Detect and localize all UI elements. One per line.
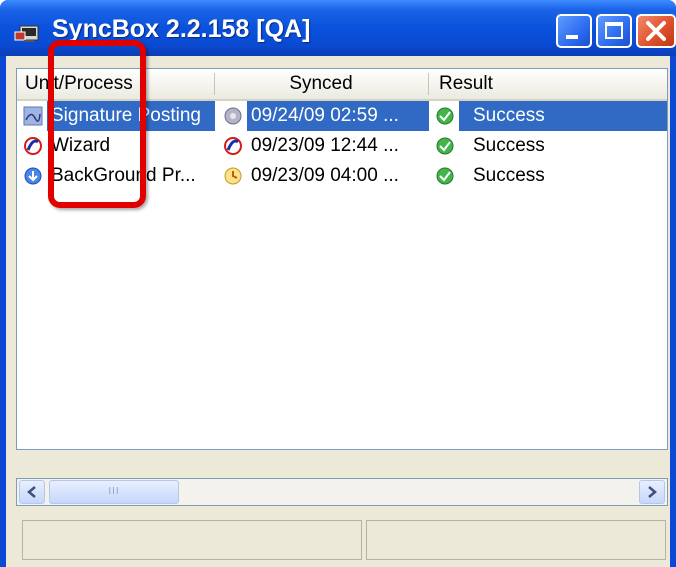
column-divider[interactable]: [428, 73, 429, 95]
chevron-right-icon: [648, 486, 657, 498]
scroll-right-button[interactable]: [639, 480, 665, 504]
success-icon: [436, 167, 454, 185]
chevron-left-icon: [27, 486, 36, 498]
app-window: SyncBox 2.2.158 [QA] Unit/Process Synced…: [0, 0, 676, 567]
column-divider[interactable]: [214, 73, 215, 95]
success-icon: [436, 137, 454, 155]
row-result: Success: [473, 135, 545, 156]
status-panel: [22, 520, 362, 560]
close-button[interactable]: [636, 14, 676, 48]
syncbox-app-icon: [14, 25, 39, 42]
synced-status-icon: [224, 107, 242, 125]
maximize-button[interactable]: [596, 14, 632, 48]
scroll-left-button[interactable]: [19, 480, 45, 504]
row-result: Success: [473, 165, 545, 186]
column-header-result[interactable]: Result: [439, 69, 639, 99]
row-synced: 09/23/09 12:44 ...: [251, 135, 399, 156]
wizard-icon: [24, 137, 42, 155]
horizontal-scrollbar[interactable]: III: [16, 478, 668, 506]
schedule-icon: [224, 167, 242, 185]
status-panel: [366, 520, 666, 560]
highlight-box: [48, 40, 146, 208]
column-header-synced[interactable]: Synced: [217, 69, 425, 99]
download-icon: [24, 167, 42, 185]
row-result: Success: [473, 105, 545, 126]
maximize-icon: [605, 22, 623, 39]
success-icon: [436, 107, 454, 125]
status-bar: [22, 520, 674, 560]
row-synced: 09/23/09 04:00 ...: [251, 165, 399, 186]
close-icon: [646, 21, 666, 41]
signature-icon: [23, 106, 43, 126]
minimize-icon: [566, 35, 578, 39]
minimize-button[interactable]: [556, 14, 592, 48]
row-synced: 09/24/09 02:59 ...: [251, 105, 399, 126]
scroll-thumb[interactable]: III: [49, 480, 179, 504]
wizard-icon: [224, 137, 242, 155]
